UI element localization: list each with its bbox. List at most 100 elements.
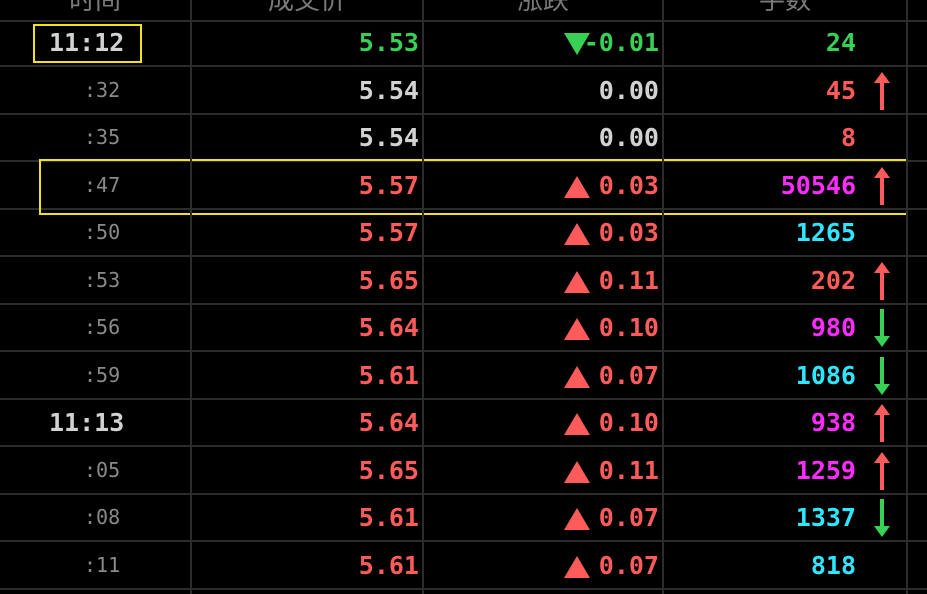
trade-price: 5.61 <box>358 551 419 580</box>
trade-time: :56 <box>84 315 121 339</box>
column-divider <box>906 0 908 594</box>
table-row[interactable]: :35 5.54 0.00 8 <box>0 115 927 162</box>
trade-price: 5.57 <box>358 171 419 200</box>
column-divider <box>190 0 192 594</box>
table-row[interactable]: :08 5.61 0.07 1337 <box>0 495 927 542</box>
triangle-up-icon <box>564 176 590 198</box>
arrow-up-icon <box>874 404 890 442</box>
trade-time: :53 <box>84 268 121 292</box>
trade-time: :32 <box>84 78 121 102</box>
time-cell: :50 <box>0 210 190 255</box>
price-change: 0.03 <box>598 218 659 247</box>
change-cell: 0.07 <box>424 543 659 588</box>
time-cell: :32 <box>0 68 190 113</box>
trade-volume: 1259 <box>795 456 856 485</box>
trade-volume: 8 <box>840 123 856 152</box>
trade-price: 5.54 <box>358 123 419 152</box>
trade-volume: 938 <box>810 408 856 437</box>
arrow-down-icon <box>874 357 890 395</box>
header-price: 成交价 <box>267 0 346 16</box>
change-cell: 0.10 <box>424 400 659 445</box>
time-cell: :47 <box>0 163 190 208</box>
table-row[interactable]: :50 5.57 0.03 1265 <box>0 210 927 257</box>
price-change: 0.07 <box>598 361 659 390</box>
trade-volume: 980 <box>810 313 856 342</box>
table-row[interactable]: :11 5.61 0.07 818 <box>0 543 927 590</box>
time-cell: :59 <box>0 353 190 398</box>
arrow-up-icon <box>874 72 890 110</box>
price-change: 0.00 <box>598 76 659 105</box>
arrow-up-icon <box>874 452 890 490</box>
arrow-down-icon <box>874 499 890 537</box>
table-row[interactable]: :59 5.61 0.07 1086 <box>0 353 927 400</box>
time-cell: :05 <box>0 448 190 493</box>
trade-time: :47 <box>84 173 121 197</box>
change-cell: 0.00 <box>424 115 659 160</box>
change-cell: 0.00 <box>424 68 659 113</box>
arrow-down-icon <box>874 309 890 347</box>
price-change: 0.11 <box>598 456 659 485</box>
time-cell: :11 <box>0 543 190 588</box>
triangle-up-icon <box>564 223 590 245</box>
price-change: 0.00 <box>598 123 659 152</box>
trade-volume: 1086 <box>795 361 856 390</box>
triangle-up-icon <box>564 366 590 388</box>
price-change: 0.10 <box>598 408 659 437</box>
change-cell: 0.07 <box>424 495 659 540</box>
table-row[interactable]: :53 5.65 0.11 202 <box>0 258 927 305</box>
header-time: 时间 <box>68 0 121 16</box>
price-change: 0.07 <box>598 503 659 532</box>
table-row[interactable]: :32 5.54 0.00 45 <box>0 68 927 115</box>
column-divider <box>422 0 424 594</box>
trade-volume: 50546 <box>780 171 856 200</box>
triangle-up-icon <box>564 413 590 435</box>
trade-price: 5.61 <box>358 361 419 390</box>
change-cell: 0.11 <box>424 258 659 303</box>
time-cell: :53 <box>0 258 190 303</box>
time-cell: :08 <box>0 495 190 540</box>
tick-trade-table: 时间 成交价 涨跌 手数 11:12 5.53 -0.01 24 :32 5.54 0.00… <box>0 0 927 594</box>
table-row[interactable]: 11:13 5.64 0.10 938 <box>0 400 927 447</box>
table-row[interactable]: :56 5.64 0.10 980 <box>0 305 927 352</box>
arrow-up-icon <box>874 167 890 205</box>
trade-time: :35 <box>84 125 121 149</box>
change-cell: 0.10 <box>424 305 659 350</box>
trade-price: 5.65 <box>358 266 419 295</box>
change-cell: 0.03 <box>424 163 659 208</box>
price-change: 0.07 <box>598 551 659 580</box>
trade-volume: 1265 <box>795 218 856 247</box>
trade-volume: 24 <box>825 28 856 57</box>
change-cell: 0.11 <box>424 448 659 493</box>
triangle-up-icon <box>564 508 590 530</box>
trade-volume: 818 <box>810 551 856 580</box>
trade-volume: 1337 <box>795 503 856 532</box>
trade-price: 5.53 <box>358 28 419 57</box>
price-change: 0.10 <box>598 313 659 342</box>
trade-price: 5.65 <box>358 456 419 485</box>
trade-time: :05 <box>84 458 121 482</box>
change-cell: 0.07 <box>424 353 659 398</box>
trade-time: :50 <box>84 220 121 244</box>
trade-volume: 202 <box>810 266 856 295</box>
trade-price: 5.64 <box>358 408 419 437</box>
time-cell: :56 <box>0 305 190 350</box>
trade-time: :59 <box>84 363 121 387</box>
table-header: 时间 成交价 涨跌 手数 <box>0 0 927 22</box>
table-row[interactable]: :47 5.57 0.03 50546 <box>0 163 927 210</box>
change-cell: 0.03 <box>424 210 659 255</box>
header-volume: 手数 <box>758 0 811 16</box>
table-row[interactable]: 11:12 5.53 -0.01 24 <box>0 20 927 67</box>
trade-volume: 45 <box>825 76 856 105</box>
time-cell: 11:12 <box>0 20 190 65</box>
arrow-up-icon <box>874 262 890 300</box>
price-change: 0.11 <box>598 266 659 295</box>
trade-time: :08 <box>84 505 121 529</box>
trade-price: 5.64 <box>358 313 419 342</box>
trade-price: 5.54 <box>358 76 419 105</box>
change-cell: -0.01 <box>424 20 659 65</box>
table-row[interactable]: :05 5.65 0.11 1259 <box>0 448 927 495</box>
triangle-up-icon <box>564 556 590 578</box>
triangle-up-icon <box>564 461 590 483</box>
trade-price: 5.61 <box>358 503 419 532</box>
triangle-up-icon <box>564 318 590 340</box>
